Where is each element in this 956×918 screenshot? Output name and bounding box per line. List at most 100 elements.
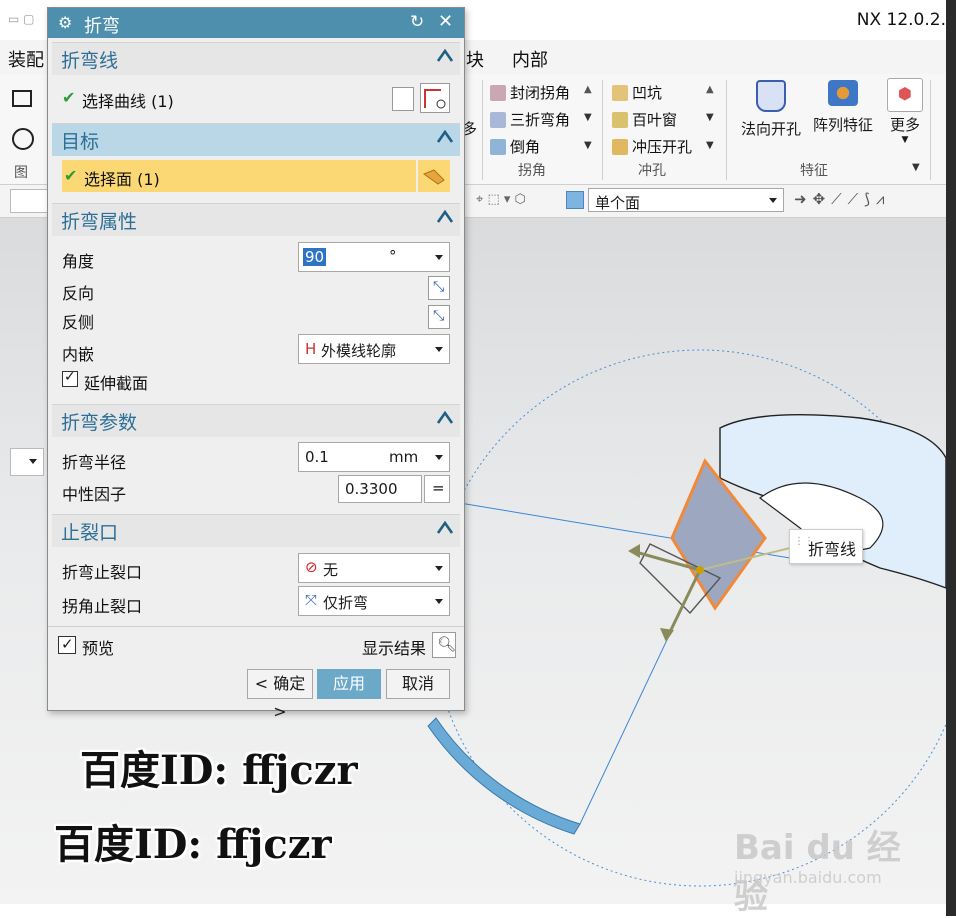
expand-icon[interactable]: ▼: [912, 162, 920, 173]
window-edge: [946, 0, 956, 916]
show-result-label: 显示结果: [362, 639, 427, 658]
curve-icon: [424, 89, 446, 109]
louver-icon: [612, 111, 628, 128]
selection-field-partial[interactable]: [10, 189, 48, 213]
cancel-button[interactable]: 取消: [386, 669, 450, 699]
gear-icon[interactable]: ⚙: [58, 13, 72, 32]
section-bend-params-header[interactable]: 折弯参数: [52, 404, 460, 437]
closed-corner-button[interactable]: 封闭拐角: [490, 82, 570, 103]
pattern-feature-icon: [828, 80, 858, 106]
bend-line-tag: ⋮⋮ 折弯线: [789, 529, 863, 564]
menu-item-assembly[interactable]: 装配: [8, 46, 44, 72]
scroll-up-icon[interactable]: ▲: [584, 84, 592, 95]
dropdown-icon-4[interactable]: ▼: [706, 140, 714, 151]
more-icon: ⬢: [887, 78, 923, 112]
bend-only-icon: ⤧: [305, 591, 318, 609]
rectangle-icon[interactable]: [12, 90, 32, 107]
inset-select[interactable]: H 外模线轮廓: [298, 334, 450, 364]
qa-toolbar-icons[interactable]: ▭ ▢: [8, 12, 44, 26]
arrow-head: [628, 544, 640, 558]
dropdown-icon-2[interactable]: ▼: [584, 140, 592, 151]
reverse-direction-icon[interactable]: ⤡: [428, 276, 450, 300]
face-filter-icon[interactable]: [566, 191, 584, 209]
group-label-feature: 特征: [800, 163, 828, 179]
normal-cutout-button[interactable]: 法向开孔: [736, 80, 806, 140]
dropdown-icon-3[interactable]: ▼: [706, 112, 714, 123]
angle-label: 角度: [62, 252, 95, 271]
sketch-icon[interactable]: [392, 87, 414, 111]
bend-relief-select[interactable]: ⊘ 无: [298, 553, 450, 583]
three-bend-corner-icon: [490, 111, 506, 128]
group-label-punch: 冲孔: [638, 163, 666, 179]
section-bend-props-header[interactable]: 折弯属性: [52, 203, 460, 236]
more-button[interactable]: ⬢ 更多 ▼: [884, 78, 926, 158]
outer-mold-icon: H: [305, 340, 317, 358]
normal-arrow[interactable]: [666, 569, 702, 637]
angle-arc: [427, 717, 581, 835]
watermark-2: 百度ID: ffjczr: [54, 821, 332, 868]
select-face-row[interactable]: ✔ 选择面 (1): [62, 160, 416, 192]
chevron-up-icon: [436, 410, 454, 424]
face-select-icon[interactable]: [418, 160, 450, 192]
chevron-up-icon: [436, 209, 454, 223]
select-tools-icons[interactable]: ⌖ ⬚ ▾ ⬡: [476, 192, 526, 207]
bend-radius-input[interactable]: 0.1 mm: [298, 442, 450, 472]
group-label-corner: 拐角: [518, 163, 546, 179]
extend-section-label: 延伸截面: [84, 374, 149, 393]
chamfer-icon: [490, 138, 506, 155]
arrow-head-2: [660, 628, 674, 642]
reset-icon[interactable]: ↻: [410, 12, 424, 32]
bend-dialog: ⚙ 折弯 ↻ ✕ 折弯线 ✔ 选择曲线 (1) 目标 ✔ 选择面 (1) 折弯属…: [47, 7, 465, 721]
menu-item-block[interactable]: 块: [466, 46, 484, 72]
dialog-title: 折弯: [84, 16, 120, 37]
chamfer-button[interactable]: 倒角: [490, 136, 540, 157]
dimple-button[interactable]: 凹坑: [612, 82, 662, 103]
close-icon[interactable]: ✕: [438, 11, 453, 32]
chevron-up-icon: [436, 48, 454, 62]
ok-button[interactable]: < 确定 >: [247, 669, 313, 721]
scroll-up-icon-2[interactable]: ▲: [706, 84, 714, 95]
apply-button[interactable]: 应用: [317, 669, 381, 699]
baidu-logo: Bai du 经验 jingyan.baidu.com: [734, 828, 901, 917]
formula-button[interactable]: =: [424, 475, 450, 503]
pattern-feature-button[interactable]: 阵列特征: [808, 80, 878, 140]
chevron-up-icon: [436, 520, 454, 534]
origin-point: [696, 566, 704, 574]
extend-section-checkbox[interactable]: ✓: [62, 369, 78, 387]
drawn-cutout-icon: [612, 138, 628, 155]
flip-side-icon[interactable]: ⤡: [428, 305, 450, 329]
magnifier-icon: 🔍︎: [437, 635, 457, 653]
curve-select-icon[interactable]: [420, 83, 450, 113]
drawn-cutout-button[interactable]: 冲压开孔: [612, 136, 692, 157]
group-label-view: 图: [14, 165, 28, 181]
section-target-header[interactable]: 目标: [52, 123, 460, 156]
snap-tools-icons[interactable]: ➜✥⟋⟋⟆⩘: [794, 190, 890, 208]
check-icon: ✔: [64, 166, 78, 185]
preview-label: 预览: [82, 639, 115, 658]
corner-relief-select[interactable]: ⤧ 仅折弯: [298, 586, 450, 616]
angle-input[interactable]: 90 °: [298, 242, 450, 272]
select-curve-row[interactable]: ✔ 选择曲线 (1): [52, 80, 460, 120]
three-bend-corner-button[interactable]: 三折弯角: [490, 109, 570, 130]
watermark-1: 百度ID: ffjczr: [80, 747, 358, 794]
bend-radius-label: 折弯半径: [62, 453, 127, 472]
reverse-label: 反向: [62, 284, 95, 303]
preview-checkbox[interactable]: ✓: [58, 635, 76, 654]
inset-label: 内嵌: [62, 345, 95, 364]
flip-side-label: 反侧: [62, 313, 95, 332]
show-result-button[interactable]: 🔍︎: [432, 632, 456, 658]
circle-icon[interactable]: [12, 128, 34, 150]
face-rule-select[interactable]: 单个面: [588, 188, 784, 212]
section-bend-line-header[interactable]: 折弯线: [52, 42, 460, 75]
k-factor-input[interactable]: 0.3300: [338, 475, 422, 503]
face-icon: [422, 169, 445, 185]
section-relief-header[interactable]: 止裂口: [52, 514, 460, 547]
bend-relief-label: 折弯止裂口: [62, 563, 143, 582]
louver-button[interactable]: 百叶窗: [612, 109, 677, 130]
no-entry-icon: ⊘: [305, 558, 318, 576]
dialog-titlebar[interactable]: ⚙ 折弯 ↻ ✕: [48, 8, 464, 38]
app-title: NX 12.0.2.: [856, 10, 946, 30]
k-factor-label: 中性因子: [62, 485, 127, 504]
dropdown-icon[interactable]: ▼: [584, 112, 592, 123]
menu-item-internal[interactable]: 内部: [512, 46, 548, 72]
